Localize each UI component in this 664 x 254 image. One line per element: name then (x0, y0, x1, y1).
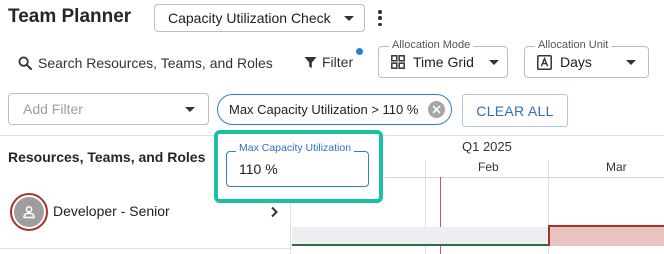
unit-icon (537, 54, 552, 70)
allocation-mode-value: Time Grid (413, 54, 474, 70)
grid-icon (391, 55, 405, 69)
allocation-unit-label: Allocation Unit (535, 39, 612, 51)
avatar (10, 193, 48, 231)
over-allocation-block (548, 225, 664, 246)
active-filter-chip[interactable]: Max Capacity Utilization > 110 % (217, 94, 452, 125)
max-capacity-input[interactable]: 110 % (226, 151, 369, 187)
close-icon[interactable] (428, 101, 445, 118)
chevron-down-icon (344, 15, 354, 21)
chevron-right-icon[interactable] (268, 205, 280, 219)
search-placeholder: Search Resources, Teams, and Roles (38, 55, 273, 71)
month-label-feb: Feb (478, 160, 499, 174)
chevron-down-icon (185, 106, 195, 112)
person-icon (14, 197, 44, 227)
add-filter-select[interactable]: Add Filter (8, 93, 209, 125)
allocation-unit-select[interactable]: Allocation Unit Days (524, 39, 649, 78)
row-divider (0, 248, 290, 249)
clear-all-button[interactable]: CLEAR ALL (462, 94, 568, 127)
add-filter-placeholder: Add Filter (23, 101, 83, 117)
quarter-label: Q1 2025 (462, 139, 512, 154)
active-filter-dot (356, 48, 363, 55)
allocation-mode-select[interactable]: Allocation Mode Time Grid (378, 39, 508, 78)
funnel-icon (304, 56, 317, 68)
chevron-down-icon (489, 59, 499, 65)
app-title: Team Planner (8, 6, 132, 27)
filter-label: Filter (322, 54, 354, 70)
filter-button[interactable]: Filter (304, 52, 353, 72)
allocation-unit-value: Days (560, 54, 592, 70)
search-icon (18, 56, 32, 70)
month-label-mar: Mar (606, 160, 627, 174)
active-filter-chip-label: Max Capacity Utilization > 110 % (229, 102, 419, 117)
allocation-mode-label: Allocation Mode (389, 39, 474, 51)
resources-column-title: Resources, Teams, and Roles (8, 149, 206, 165)
max-capacity-label: Max Capacity Utilization (236, 142, 355, 154)
view-select[interactable]: Capacity Utilization Check (154, 4, 365, 32)
resource-name[interactable]: Developer - Senior (53, 203, 170, 219)
more-options-icon[interactable] (375, 10, 385, 26)
search-input[interactable]: Search Resources, Teams, and Roles (18, 53, 273, 73)
allocation-line (292, 244, 548, 246)
view-select-label: Capacity Utilization Check (168, 10, 331, 26)
chevron-down-icon (626, 59, 636, 65)
